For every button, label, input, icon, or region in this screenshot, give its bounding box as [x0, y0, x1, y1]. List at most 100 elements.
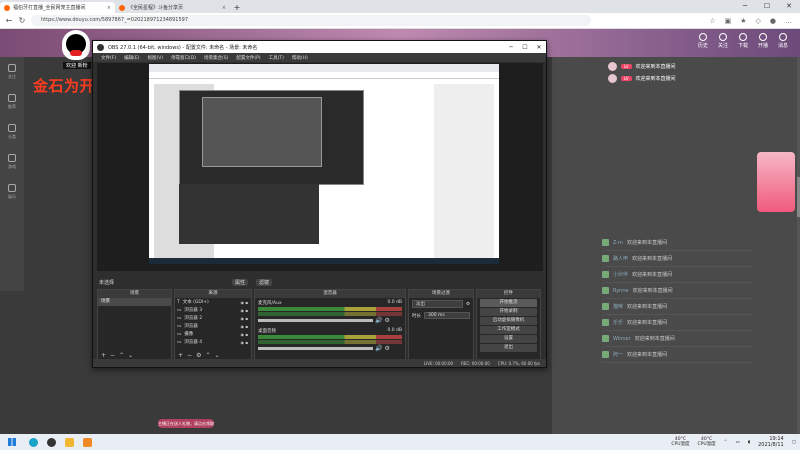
obs-title: OBS 27.0.1 (64-bit, windows) - 配置文件: 未命名… [108, 44, 258, 51]
menu-tools[interactable]: 工具(T) [269, 55, 284, 61]
header-message-button[interactable]: 消息 [778, 33, 788, 49]
up-icon[interactable]: ⌃ [205, 352, 210, 359]
close-icon[interactable]: ✕ [532, 44, 546, 51]
menu-file[interactable]: 文件(F) [101, 55, 116, 61]
chat-message: LV 欢迎来到本直播间 [608, 73, 676, 83]
refresh-icon[interactable]: ↻ [18, 16, 26, 25]
source-item[interactable]: ▭ 摄像 ◉ ▪ [175, 330, 251, 338]
taskbar-edge[interactable] [24, 434, 42, 450]
taskbar-obs[interactable] [42, 434, 60, 450]
header-download-button[interactable]: 下载 [738, 33, 748, 49]
promo-banner[interactable] [757, 152, 795, 212]
volume-icon[interactable]: ◖ [748, 440, 750, 445]
visibility-icon[interactable]: ◉ ▪ [241, 308, 251, 313]
menu-docks[interactable]: 停靠窗口(D) [171, 55, 196, 61]
sidebar-item-recommend[interactable]: 推荐 [0, 87, 24, 117]
visibility-icon[interactable]: ◉ ▪ [241, 300, 251, 305]
taskbar-app[interactable] [78, 434, 96, 450]
source-item[interactable]: ▭ 浏览器 2 ◉ ▪ [175, 314, 251, 322]
visibility-icon[interactable]: ◉ ▪ [241, 340, 251, 345]
studio-mode-button[interactable]: 工作室模式 [480, 326, 537, 334]
source-item[interactable]: ▭ 浏览器 4 ◉ ▪ [175, 338, 251, 346]
profile-icon[interactable]: ● [770, 17, 776, 25]
menu-view[interactable]: 视图(V) [147, 55, 163, 61]
network-icon[interactable]: ▭ [735, 440, 739, 445]
level-badge: LV [621, 63, 632, 69]
sidebar-item-follow[interactable]: 关注 [0, 57, 24, 87]
url-input[interactable]: https://www.douyu.com/5897867_=020218971… [31, 15, 591, 26]
menu-scene-collection[interactable]: 场景集合(S) [204, 55, 228, 61]
speaker-icon[interactable]: 🔊 [375, 345, 382, 352]
maximize-icon[interactable]: ☐ [756, 0, 778, 13]
browser-window-controls: ─ ☐ ✕ [734, 0, 800, 13]
exit-button[interactable]: 退出 [480, 344, 537, 352]
extensions-icon[interactable]: ◇ [756, 17, 761, 25]
start-virtual-camera-button[interactable]: 启动虚拟摄像机 [480, 317, 537, 325]
taskbar-explorer[interactable] [60, 434, 78, 450]
visibility-icon[interactable]: ◉ ▪ [241, 332, 251, 337]
visibility-icon[interactable]: ◉ ▪ [241, 324, 251, 329]
start-streaming-button[interactable]: 开始推流 [480, 299, 537, 307]
start-button[interactable] [0, 434, 24, 450]
new-tab-button[interactable]: + [230, 2, 244, 13]
header-history-button[interactable]: 历史 [698, 33, 708, 49]
remove-icon[interactable]: − [187, 352, 192, 359]
transition-select[interactable]: 淡出 [412, 300, 463, 308]
settings-button[interactable]: 设置 [480, 335, 537, 343]
chat-message: LV 欢迎来到本直播间 [608, 61, 676, 71]
header-live-button[interactable]: 开播 [758, 33, 768, 49]
duration-input[interactable]: 300 ms [424, 312, 470, 319]
menu-edit[interactable]: 编辑(E) [124, 55, 139, 61]
scene-item[interactable]: 场景 [98, 298, 171, 306]
favorites-icon[interactable]: ★ [740, 17, 746, 25]
star-icon[interactable]: ☆ [709, 17, 715, 25]
gear-icon[interactable]: ⚙ [385, 317, 390, 324]
volume-slider[interactable] [258, 319, 374, 322]
add-icon[interactable]: + [101, 352, 106, 359]
filters-button[interactable]: 滤镜 [256, 278, 273, 286]
back-icon[interactable]: ← [5, 16, 13, 25]
speaker-icon[interactable]: 🔊 [375, 317, 382, 324]
obs-preview[interactable] [97, 63, 543, 271]
properties-button[interactable]: 属性 [232, 278, 249, 286]
remove-icon[interactable]: − [110, 352, 115, 359]
browser-tab[interactable]: 《全民星程》斗鱼分享页 × [115, 2, 230, 13]
gear-icon[interactable]: ⚙ [385, 345, 390, 352]
gear-icon[interactable]: ⚙ [466, 302, 470, 307]
sidebar-item-category[interactable]: 分类 [0, 117, 24, 147]
source-item[interactable]: ▭ 浏览器 3 ◉ ▪ [175, 306, 251, 314]
tab-close-icon[interactable]: × [222, 5, 226, 11]
gear-icon[interactable]: ⚙ [196, 352, 201, 359]
cpu-temp-1[interactable]: 40°C CPU温度 [671, 437, 689, 447]
rec-status: REC: 00:00:00 [461, 360, 490, 366]
menu-profile[interactable]: 配置文件(P) [236, 55, 260, 61]
menu-help[interactable]: 帮助(H) [292, 55, 308, 61]
chevron-up-icon[interactable]: ⌃ [724, 440, 728, 445]
cpu-temp-2[interactable]: 40°C CPU温度 [698, 437, 716, 447]
visibility-icon[interactable]: ◉ ▪ [241, 316, 251, 321]
header-follow-button[interactable]: 关注 [718, 33, 728, 49]
more-icon[interactable]: … [785, 17, 792, 25]
sidebar-item-entertainment[interactable]: 娱乐 [0, 177, 24, 207]
volume-slider[interactable] [258, 347, 374, 350]
clock[interactable]: 19:14 2021/8/11 [758, 436, 784, 448]
up-icon[interactable]: ⌃ [119, 352, 124, 359]
browser-tab[interactable]: 福伯牙打直播_全民网宠主直播间 × [0, 2, 115, 13]
minimize-icon[interactable]: ─ [504, 44, 518, 51]
volume-meter [258, 312, 402, 316]
source-item[interactable]: ▭ 浏览器 ◉ ▪ [175, 322, 251, 330]
tab-close-icon[interactable]: × [107, 5, 111, 11]
minimize-icon[interactable]: ─ [734, 0, 756, 13]
down-icon[interactable]: ⌄ [128, 352, 133, 359]
maximize-icon[interactable]: ☐ [518, 44, 532, 51]
close-icon[interactable]: ✕ [778, 0, 800, 13]
source-item[interactable]: T 文本 (GDI+) ◉ ▪ [175, 298, 251, 306]
down-icon[interactable]: ⌄ [214, 352, 219, 359]
collections-icon[interactable]: ▣ [725, 17, 732, 25]
browser-icon: ▭ [177, 323, 182, 329]
start-recording-button[interactable]: 开始录制 [480, 308, 537, 316]
notification-icon[interactable]: ▢ [792, 440, 796, 445]
add-icon[interactable]: + [178, 352, 183, 359]
sidebar-item-game[interactable]: 游戏 [0, 147, 24, 177]
gift-notification[interactable]: 主播正在送人礼物，请点击领取 [158, 419, 214, 428]
